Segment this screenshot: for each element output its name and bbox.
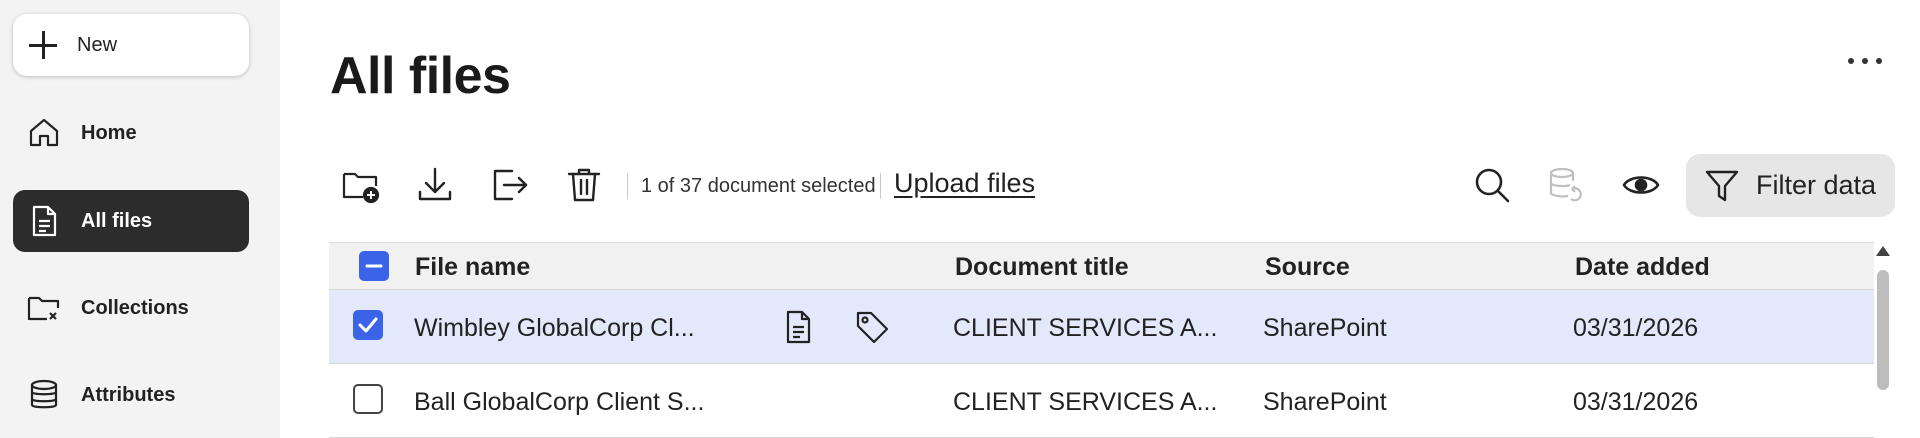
row-checkbox[interactable]	[353, 310, 383, 340]
eye-icon[interactable]	[1619, 163, 1663, 207]
sidebar-item-home[interactable]: Home	[13, 102, 249, 164]
sidebar-item-all-files[interactable]: All files	[13, 190, 249, 252]
search-icon[interactable]	[1470, 163, 1514, 207]
tag-icon[interactable]	[854, 309, 890, 345]
sidebar-item-label: All files	[81, 209, 153, 232]
upload-files-link[interactable]: Upload files	[894, 168, 1035, 199]
file-name-cell[interactable]: Wimbley GlobalCorp Cl...	[414, 314, 695, 343]
sidebar: New Home All files Collections Attribute…	[0, 0, 280, 438]
new-folder-icon[interactable]	[339, 163, 383, 207]
column-header-source[interactable]: Source	[1265, 253, 1350, 282]
table-row[interactable]: Wimbley GlobalCorp Cl... CLIENT SERVICES…	[329, 290, 1874, 364]
scrollbar-thumb[interactable]	[1877, 270, 1889, 390]
filter-data-button[interactable]: Filter data	[1686, 154, 1895, 217]
sidebar-item-label: Collections	[81, 296, 189, 319]
document-title-cell: CLIENT SERVICES A...	[953, 388, 1218, 416]
page-title: All files	[330, 47, 511, 105]
sidebar-item-collections[interactable]: Collections	[13, 277, 249, 339]
selection-count: 1 of 37 document selected	[641, 175, 876, 197]
database-icon	[27, 378, 61, 412]
document-icon[interactable]	[780, 309, 816, 345]
plus-icon	[29, 31, 57, 59]
file-name-cell[interactable]: Ball GlobalCorp Client S...	[414, 388, 704, 417]
folder-icon	[27, 291, 61, 325]
export-icon[interactable]	[488, 163, 532, 207]
sidebar-item-label: Home	[81, 121, 137, 144]
document-title-cell: CLIENT SERVICES A...	[953, 314, 1218, 342]
new-button[interactable]: New	[13, 14, 249, 76]
filter-data-label: Filter data	[1756, 170, 1877, 200]
sync-database-icon	[1544, 163, 1588, 207]
delete-icon[interactable]	[562, 163, 606, 207]
column-header-document-title[interactable]: Document title	[955, 253, 1129, 282]
filter-icon	[1705, 170, 1739, 201]
row-checkbox[interactable]	[353, 384, 383, 414]
sidebar-item-label: Attributes	[81, 383, 176, 406]
sidebar-item-attributes[interactable]: Attributes	[13, 364, 249, 426]
date-added-cell: 03/31/2026	[1573, 388, 1699, 416]
scroll-up-arrow[interactable]	[1876, 246, 1890, 256]
new-button-label: New	[77, 33, 118, 56]
table-row[interactable]: Ball GlobalCorp Client S... CLIENT SERVI…	[329, 364, 1874, 438]
toolbar-divider	[627, 173, 628, 199]
date-added-cell: 03/31/2026	[1573, 314, 1699, 342]
source-cell: SharePoint	[1263, 314, 1387, 342]
column-header-date-added[interactable]: Date added	[1575, 253, 1710, 282]
more-options-icon[interactable]	[1848, 54, 1882, 68]
source-cell: SharePoint	[1263, 388, 1387, 416]
home-icon	[27, 116, 61, 150]
table-header: File name Document title Source Date add…	[329, 242, 1874, 290]
column-header-file-name[interactable]: File name	[415, 253, 530, 282]
download-icon[interactable]	[413, 163, 457, 207]
document-icon	[27, 204, 61, 238]
select-all-checkbox[interactable]	[359, 251, 389, 281]
toolbar-divider	[880, 173, 881, 199]
